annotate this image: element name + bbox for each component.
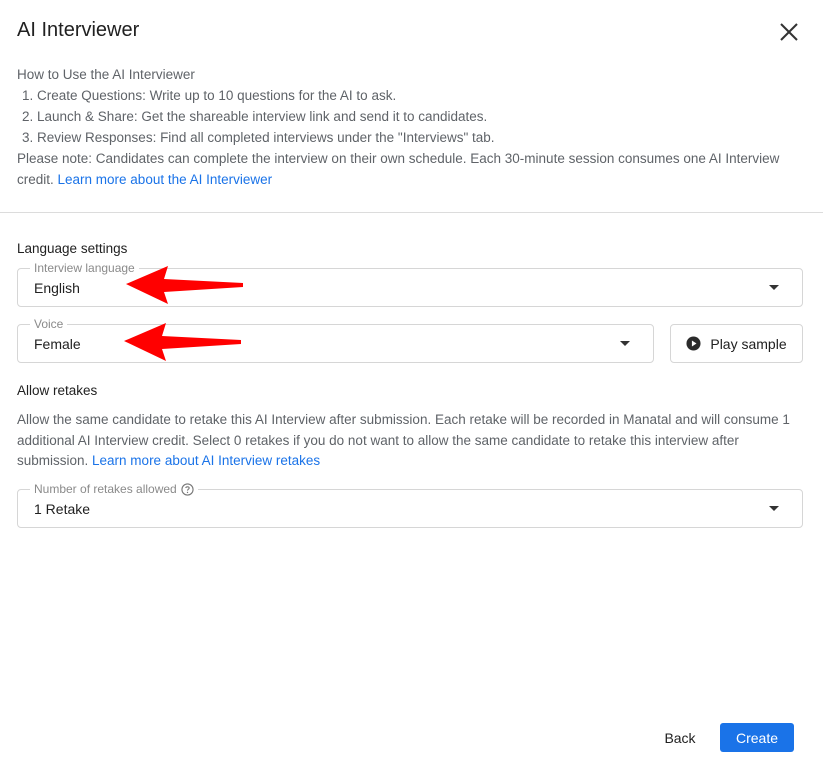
close-icon <box>780 23 798 41</box>
intro-step: 3. Review Responses: Find all completed … <box>22 130 495 145</box>
retakes-learn-more-link[interactable]: Learn more about AI Interview retakes <box>92 453 320 468</box>
create-button[interactable]: Create <box>720 723 794 752</box>
retakes-number-select[interactable]: Number of retakes allowed 1 Retake <box>17 482 803 528</box>
retakes-number-legend: Number of retakes allowed <box>30 482 198 496</box>
retakes-number-value: 1 Retake <box>34 501 91 517</box>
voice-label: Voice <box>30 317 68 331</box>
voice-value: Female <box>34 336 81 352</box>
annotation-arrow <box>124 323 241 361</box>
voice-select[interactable]: Voice Female <box>17 317 654 363</box>
annotation-arrow <box>126 266 243 304</box>
intro-step: 1. Create Questions: Write up to 10 ques… <box>22 88 397 103</box>
language-settings-label: Language settings <box>17 241 128 256</box>
back-button[interactable]: Back <box>652 724 708 752</box>
play-sample-button[interactable]: Play sample <box>670 324 803 363</box>
retakes-number-label: Number of retakes allowed <box>34 482 177 496</box>
retakes-description: Allow the same candidate to retake this … <box>17 410 807 472</box>
caret-down-icon <box>769 506 779 511</box>
dialog-title: AI Interviewer <box>17 19 140 41</box>
close-button[interactable] <box>776 19 802 45</box>
help-circle-icon[interactable] <box>181 482 194 496</box>
intro-section: How to Use the AI Interviewer 1. Create … <box>17 64 807 190</box>
section-divider <box>0 212 823 213</box>
intro-heading: How to Use the AI Interviewer <box>17 67 195 82</box>
learn-more-link[interactable]: Learn more about the AI Interviewer <box>58 172 273 187</box>
interview-language-value: English <box>34 280 80 296</box>
allow-retakes-label: Allow retakes <box>17 383 98 398</box>
ai-interviewer-dialog: AI Interviewer How to Use the AI Intervi… <box>0 0 823 768</box>
play-circle-icon <box>686 336 701 351</box>
caret-down-icon <box>620 341 630 346</box>
intro-note: Please note: Candidates can complete the… <box>17 148 807 190</box>
intro-step: 2. Launch & Share: Get the shareable int… <box>22 109 488 124</box>
play-sample-label: Play sample <box>710 335 787 352</box>
intro-steps: 1. Create Questions: Write up to 10 ques… <box>17 85 807 148</box>
caret-down-icon <box>769 285 779 290</box>
